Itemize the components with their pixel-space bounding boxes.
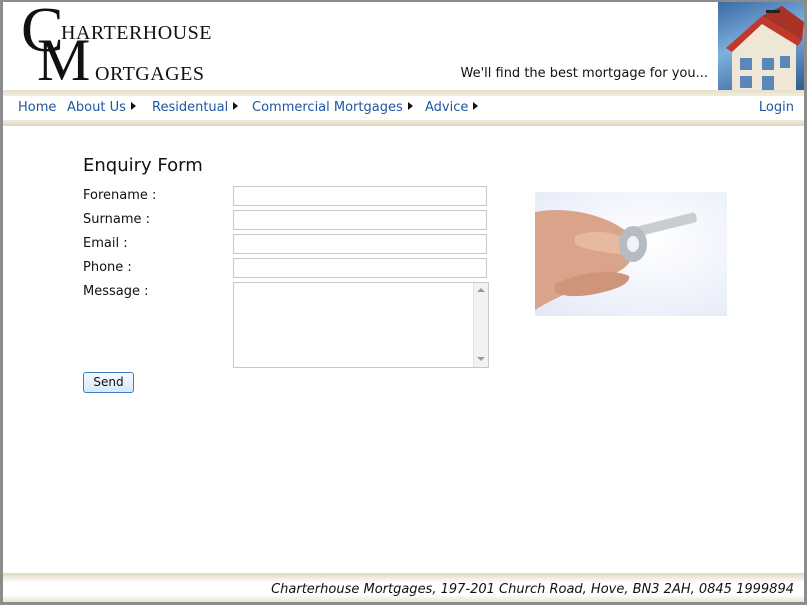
- email-label: Email :: [83, 236, 128, 251]
- footer-address: Charterhouse Mortgages, 197-201 Church R…: [271, 582, 794, 597]
- nav-residentual-label: Residentual: [152, 100, 229, 115]
- nav-bar: Home About Us Residentual Commercial Mor…: [3, 90, 804, 126]
- nav-advice[interactable]: Advice: [425, 100, 479, 115]
- charterhouse-logo[interactable]: C HARTERHOUSE M ORTGAGES: [17, 2, 237, 93]
- login-link[interactable]: Login: [759, 100, 794, 115]
- nav-commercial-mortgages[interactable]: Commercial Mortgages: [252, 100, 413, 115]
- nav-residentual[interactable]: Residentual: [152, 100, 239, 115]
- page-frame: C HARTERHOUSE M ORTGAGES We'll find the …: [3, 2, 804, 602]
- message-label: Message :: [83, 284, 149, 299]
- surname-label: Surname :: [83, 212, 150, 227]
- form-title: Enquiry Form: [83, 155, 203, 176]
- logo-letter-m: M: [37, 27, 91, 93]
- submenu-arrow-icon: [473, 102, 479, 110]
- scroll-down-icon[interactable]: [477, 357, 485, 361]
- site-header: C HARTERHOUSE M ORTGAGES We'll find the …: [3, 2, 804, 90]
- nav-advice-label: Advice: [425, 100, 469, 115]
- message-scrollbar[interactable]: [473, 283, 488, 367]
- footer-bar: Charterhouse Mortgages, 197-201 Church R…: [3, 573, 804, 602]
- forename-input[interactable]: [233, 186, 487, 206]
- nav-home[interactable]: Home: [18, 100, 56, 115]
- forename-label: Forename :: [83, 188, 157, 203]
- house-model-icon: [718, 2, 804, 90]
- phone-label: Phone :: [83, 260, 132, 275]
- hand-holding-keys-icon: [535, 192, 727, 316]
- main-navigation: Home About Us Residentual Commercial Mor…: [3, 96, 804, 120]
- phone-input[interactable]: [233, 258, 487, 278]
- submenu-arrow-icon: [407, 102, 413, 110]
- scroll-up-icon[interactable]: [477, 288, 485, 292]
- main-content: Enquiry Form Forename : Surname : Email …: [3, 126, 804, 576]
- nav-commercial-mortgages-label: Commercial Mortgages: [252, 100, 403, 115]
- nav-about-us-label: About Us: [67, 100, 126, 115]
- nav-about-us[interactable]: About Us: [67, 100, 136, 115]
- send-button[interactable]: Send: [83, 372, 134, 393]
- surname-input[interactable]: [233, 210, 487, 230]
- email-input[interactable]: [233, 234, 487, 254]
- logo-word-2: ORTGAGES: [95, 63, 205, 85]
- message-textarea[interactable]: [233, 282, 489, 368]
- submenu-arrow-icon: [233, 102, 239, 110]
- tagline: We'll find the best mortgage for you...: [460, 66, 708, 81]
- submenu-arrow-icon: [130, 102, 136, 110]
